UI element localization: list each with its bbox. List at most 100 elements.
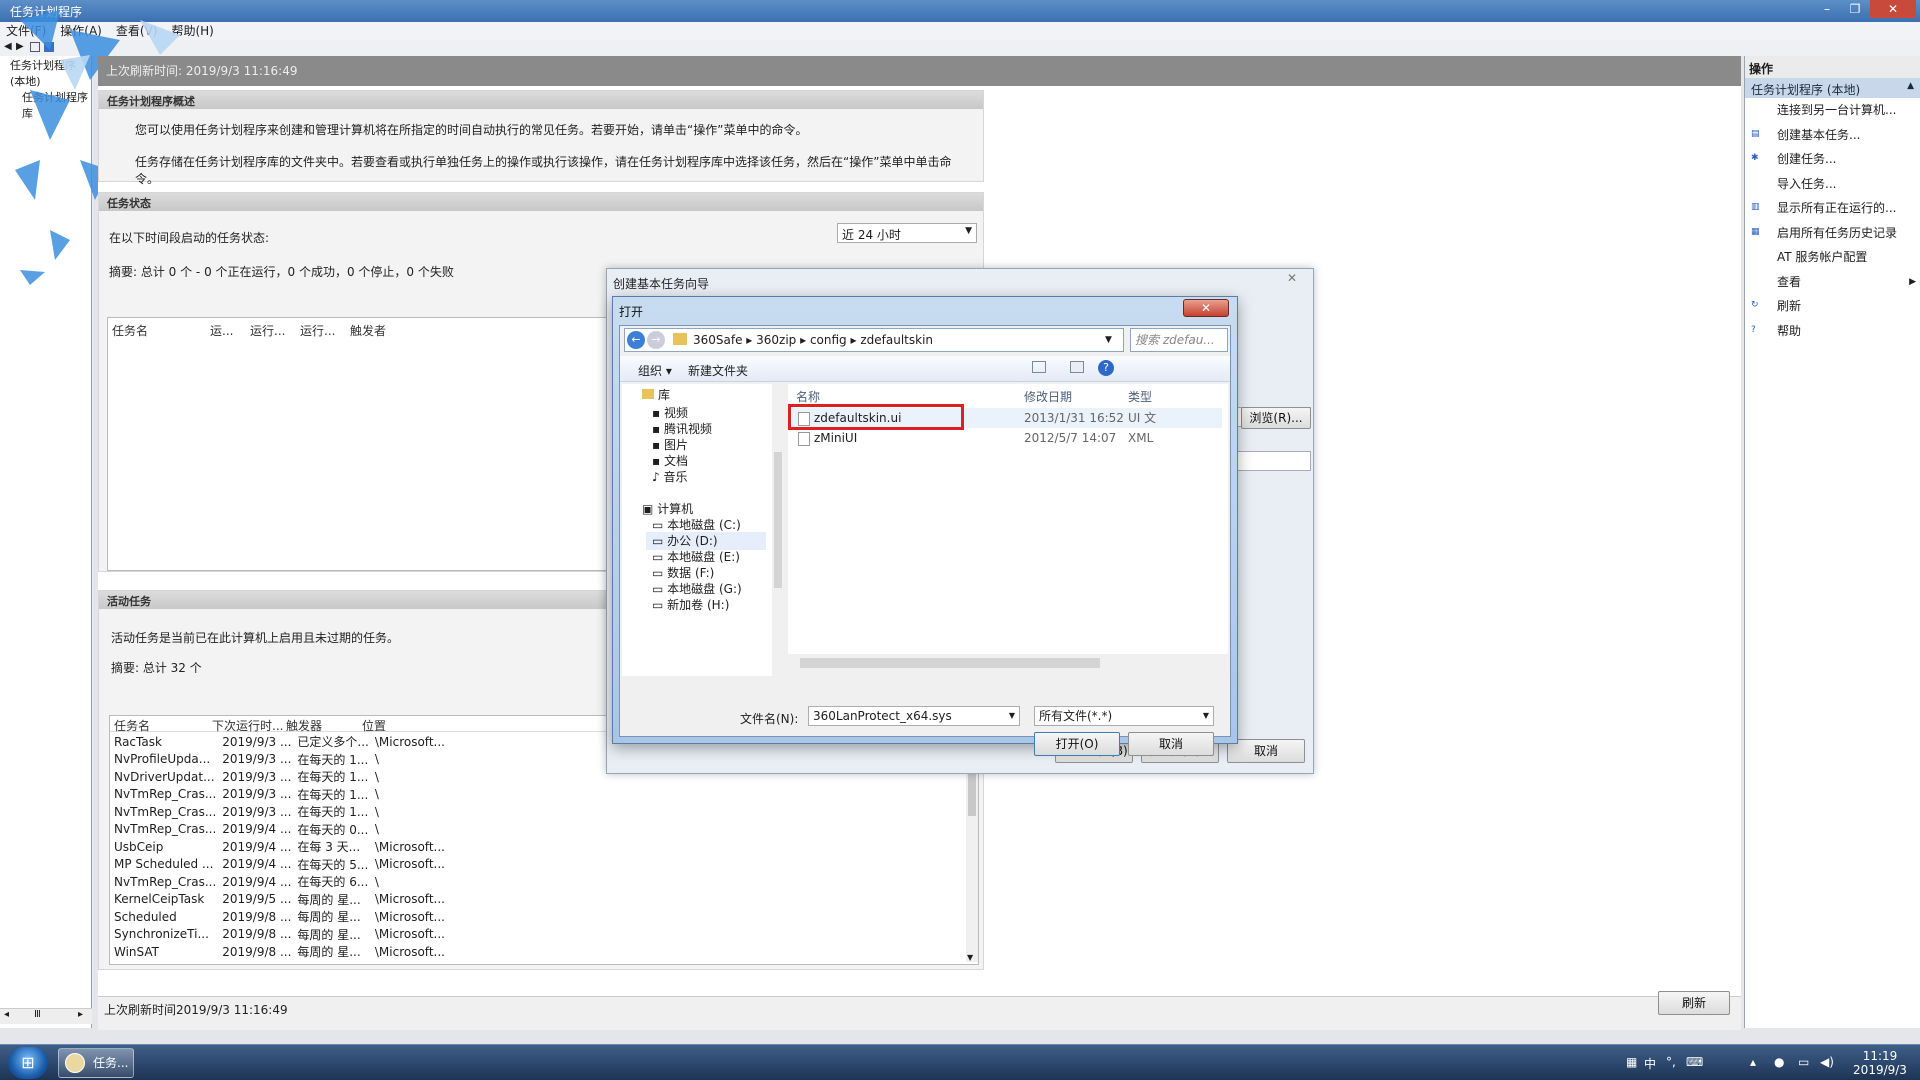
col-task-name[interactable]: 任务名 [112, 322, 148, 339]
file-row[interactable]: zMiniUI 2012/5/7 14:07 XML [792, 428, 1222, 448]
chevron-down-icon[interactable]: ▼ [1105, 329, 1112, 351]
close-button[interactable]: ✕ [1870, 0, 1916, 18]
nav-drive-h[interactable]: ▭ 新加卷 (H:) [652, 596, 729, 614]
tree-scrollbar[interactable]: ◂ Ⅲ ▸ [0, 1008, 92, 1024]
table-row[interactable]: RacTask 2019/9/3 ... 已定义多个... \Microsoft... [111, 733, 462, 751]
table-row[interactable]: NvProfileUpda... 2019/9/3 ... 在每天的 1... \ [111, 751, 462, 769]
collapse-icon[interactable]: ▲ [1907, 81, 1914, 91]
drive-icon: ▭ [652, 566, 668, 580]
wizard-cancel-button[interactable]: 取消 [1227, 739, 1305, 763]
show-hidden-icons[interactable]: ▴ [1750, 1055, 1756, 1069]
table-row[interactable]: WinSAT 2019/9/8 ... 每周的 星... \Microsoft... [111, 943, 462, 961]
breadcrumb-item[interactable]: config [810, 333, 847, 347]
nav-scrollbar[interactable] [772, 384, 784, 676]
nav-drive-f-label: 数据 (F:) [667, 566, 715, 580]
open-button[interactable]: 打开(O) [1034, 732, 1120, 756]
clock[interactable]: 11:19 2019/9/3 [1850, 1049, 1910, 1077]
ime-mode[interactable]: 中 [1644, 1055, 1656, 1072]
back-icon[interactable]: ← [627, 331, 645, 349]
table-row[interactable]: Scheduled 2019/9/8 ... 每周的 星... \Microsoft.… [111, 908, 462, 926]
overview-title[interactable]: 任务计划程序概述 [99, 91, 983, 109]
filetype-select[interactable]: 所有文件(*.*) ▼ [1034, 706, 1214, 726]
preview-pane-icon[interactable] [1070, 361, 1084, 373]
table-cell: 2019/9/3 ... [222, 804, 292, 819]
volume-icon[interactable]: ◀) [1820, 1055, 1834, 1069]
refresh-button[interactable]: 刷新 [1658, 991, 1730, 1015]
action-show-running[interactable]: ▥ 显示所有正在运行的... [1745, 196, 1920, 221]
minimize-button[interactable]: – [1814, 0, 1840, 18]
file-list-hscrollbar[interactable] [788, 656, 1228, 670]
table-cell: \ [374, 822, 379, 837]
col-run-start[interactable]: 运行... [250, 322, 285, 339]
period-select[interactable]: 近 24 小时 ▼ [837, 223, 977, 243]
action-refresh[interactable]: ↻ 刷新 [1745, 294, 1920, 319]
col-type[interactable]: 类型 [1128, 388, 1152, 405]
action-view[interactable]: 查看 ▶ [1745, 270, 1920, 295]
keyboard-icon[interactable]: ⌨ [1686, 1055, 1703, 1069]
table-row[interactable]: UsbCeip 2019/9/4 ... 在每 3 天... \Microsoft..… [111, 838, 462, 856]
table-row[interactable]: KernelCeipTask 2019/9/5 ... 每周的 星... \Micro… [111, 891, 462, 909]
col-run-end[interactable]: 运行... [300, 322, 335, 339]
action-connect[interactable]: 连接到另一台计算机... [1745, 98, 1920, 123]
clock-time: 11:19 [1862, 1049, 1898, 1063]
col-next-run[interactable]: 下次运行时... [212, 717, 283, 734]
col-trigger[interactable]: 触发器 [286, 717, 322, 734]
new-folder-button[interactable]: 新建文件夹 [688, 362, 748, 379]
nav-drive-h-label: 新加卷 (H:) [667, 598, 730, 612]
cancel-button[interactable]: 取消 [1128, 732, 1214, 756]
col-modified-date[interactable]: 修改日期 [1024, 388, 1072, 405]
notification-icon[interactable]: ● [1774, 1055, 1784, 1069]
file-date: 2013/1/31 16:52 [1024, 411, 1124, 425]
action-create-task[interactable]: ✱ 创建任务... [1745, 147, 1920, 172]
action-at-service[interactable]: AT 服务帐户配置 [1745, 245, 1920, 270]
address-bar[interactable]: ← → 360Safe ▸ 360zip ▸ config ▸ zdefault… [624, 328, 1124, 352]
footer-refresh-time: 上次刷新时间2019/9/3 11:16:49 [104, 1003, 288, 1017]
col-location[interactable]: 位置 [362, 717, 386, 734]
table-row[interactable]: NvTmRep_Cras... 2019/9/3 ... 在每天的 1... \ [111, 786, 462, 804]
nav-music[interactable]: ♪ 音乐 [652, 468, 688, 486]
action-help[interactable]: ? 帮助 [1745, 319, 1920, 344]
actions-subtitle[interactable]: 任务计划程序 (本地) ▲ [1745, 78, 1920, 98]
col-task-name[interactable]: 任务名 [114, 717, 150, 734]
action-enable-history[interactable]: ▦ 启用所有任务历史记录 [1745, 221, 1920, 246]
forward-icon[interactable]: → [647, 331, 665, 349]
table-row[interactable]: NvDriverUpdat... 2019/9/3 ... 在每天的 1... \ [111, 768, 462, 786]
table-row[interactable]: NvTmRep_Cras... 2019/9/3 ... 在每天的 1... \ [111, 803, 462, 821]
organize-menu[interactable]: 组织 ▾ [638, 362, 672, 379]
col-run-result[interactable]: 运... [210, 322, 233, 339]
action-import-task[interactable]: 导入任务... [1745, 172, 1920, 197]
open-dialog-close-button[interactable]: ✕ [1183, 299, 1229, 317]
table-row[interactable]: SynchronizeTi... 2019/9/8 ... 每周的 星... \Mic… [111, 926, 462, 944]
table-cell: 每周的 星... [297, 892, 361, 907]
view-options-icon[interactable] [1032, 361, 1046, 373]
wizard-close-button[interactable]: ✕ [1277, 271, 1307, 289]
breadcrumb-item[interactable]: 360Safe [693, 333, 742, 347]
table-cell: UsbCeip [114, 839, 164, 854]
wizard-args-field[interactable] [1237, 451, 1311, 471]
task-status-title[interactable]: 任务状态 [99, 193, 983, 211]
nav-library[interactable]: 库 [642, 386, 670, 404]
wizard-title: 创建基本任务向导 [613, 277, 710, 291]
windows-logo-icon: ⊞ [21, 1053, 35, 1072]
punctuation-icon[interactable]: °, [1666, 1055, 1676, 1069]
table-row[interactable]: NvTmRep_Cras... 2019/9/4 ... 在每天的 0... \ [111, 821, 462, 839]
breadcrumb-item[interactable]: zdefaultskin [860, 333, 933, 347]
filename-input[interactable]: 360LanProtect_x64.sys ▼ [808, 706, 1020, 726]
search-input[interactable]: 搜索 zdefau... [1130, 328, 1228, 352]
col-name[interactable]: 名称 [796, 388, 820, 405]
col-triggered-by[interactable]: 触发者 [350, 322, 386, 339]
network-icon[interactable]: ▭ [1798, 1055, 1809, 1069]
table-row[interactable]: NvTmRep_Cras... 2019/9/4 ... 在每天的 6... \ [111, 873, 462, 891]
ime-indicator[interactable]: ▦ [1626, 1055, 1637, 1069]
taskbar-app-button[interactable]: 任务... [58, 1048, 134, 1078]
action-help-label: 帮助 [1777, 323, 1802, 338]
action-create-basic-task[interactable]: ▤ 创建基本任务... [1745, 123, 1920, 148]
browse-button[interactable]: 浏览(R)... [1241, 407, 1311, 429]
start-button[interactable]: ⊞ [8, 1047, 48, 1079]
table-row[interactable]: MP Scheduled ... 2019/9/4 ... 在每天的 5... \Mi… [111, 856, 462, 874]
help-icon[interactable]: ? [1098, 360, 1114, 376]
active-table-scrollbar[interactable]: ▼ [966, 772, 978, 962]
breadcrumb-item[interactable]: 360zip [756, 333, 796, 347]
maximize-button[interactable]: ❐ [1842, 0, 1868, 18]
filetype-value: 所有文件(*.*) [1039, 709, 1113, 723]
